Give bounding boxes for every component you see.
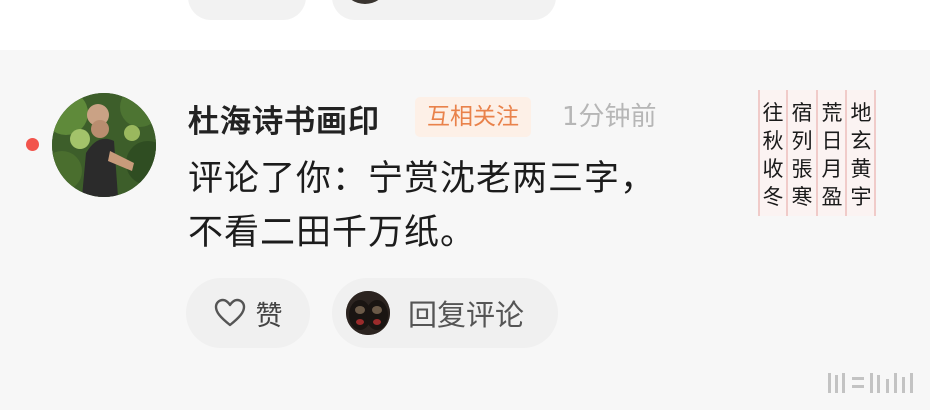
comment-timestamp: 1分钟前 xyxy=(562,102,657,132)
calligraphy-char: 荒 xyxy=(822,101,843,125)
calligraphy-char: 黄 xyxy=(851,157,872,181)
previous-comment-strip xyxy=(0,0,930,50)
calligraphy-char: 收 xyxy=(763,157,784,181)
calligraphy-char: 地 xyxy=(851,101,872,125)
watermark-logo xyxy=(826,369,918,397)
calligraphy-char: 張 xyxy=(792,157,813,181)
calligraphy-char: 列 xyxy=(792,129,813,153)
previous-like-button[interactable] xyxy=(188,0,306,20)
calligraphy-char: 玄 xyxy=(851,129,872,153)
unread-indicator xyxy=(26,138,39,151)
mutual-follow-badge: 互相关注 xyxy=(415,97,531,137)
watermark-glyphs xyxy=(828,373,913,393)
calligraphy-char: 宿 xyxy=(792,101,813,125)
username[interactable]: 杜海诗书画印 xyxy=(188,96,380,141)
calligraphy-char: 往 xyxy=(763,101,784,125)
my-avatar xyxy=(346,291,390,335)
calligraphy-char: 盈 xyxy=(822,185,843,209)
reply-comment-button[interactable]: 回复评论 xyxy=(332,278,558,348)
calligraphy-char: 日 xyxy=(822,129,843,153)
reply-comment-label: 回复评论 xyxy=(408,298,525,332)
calligraphy-grid: 往秋收冬 宿列張寒 荒日月盈 地玄黄宇 xyxy=(758,90,876,216)
calligraphy-char: 冬 xyxy=(763,185,784,209)
avatar-photo xyxy=(52,93,156,197)
my-avatar-image xyxy=(346,291,390,335)
calligraphy-char: 宇 xyxy=(851,185,872,209)
like-label: 赞 xyxy=(255,300,283,332)
calligraphy-char: 秋 xyxy=(763,129,784,153)
like-button[interactable]: 赞 xyxy=(186,278,310,348)
comment-text[interactable]: 评论了你：宁赏沈老两三字，不看二田千万纸。 xyxy=(188,152,658,260)
heart-icon xyxy=(214,298,245,327)
calligraphy-char: 寒 xyxy=(792,185,813,209)
calligraphy-char: 月 xyxy=(822,157,843,181)
user-avatar[interactable] xyxy=(52,93,156,197)
calligraphy-thumbnail[interactable]: 往秋收冬 宿列張寒 荒日月盈 地玄黄宇 xyxy=(758,90,876,216)
